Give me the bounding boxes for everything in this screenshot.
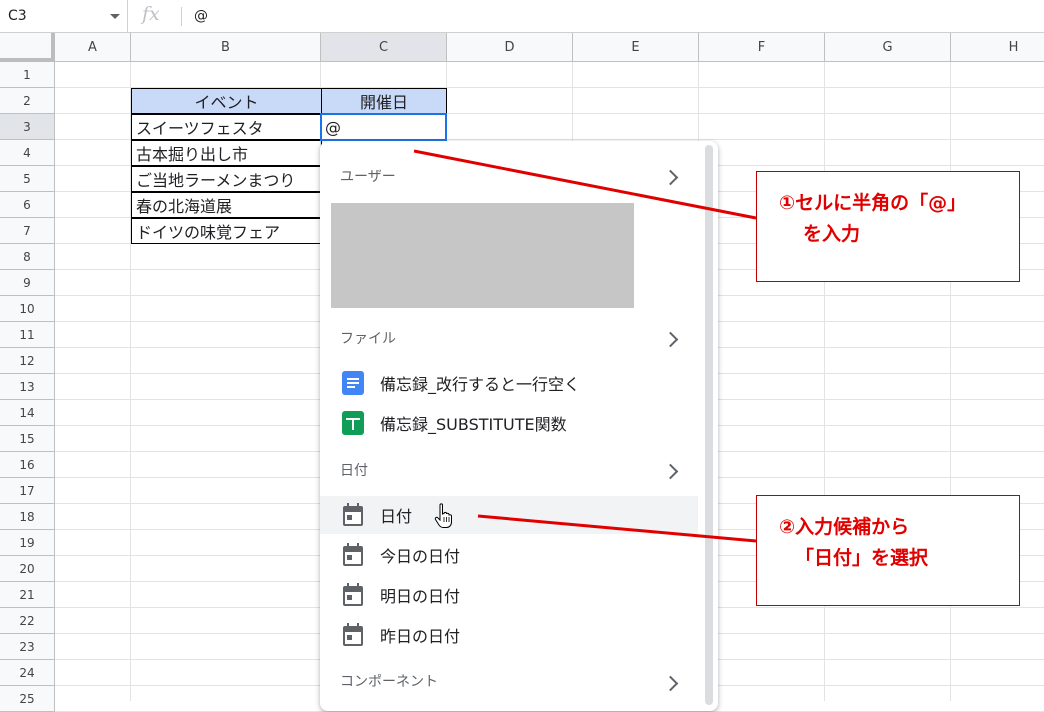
column-header-f[interactable]: F (699, 33, 825, 62)
hand-pointer-icon (434, 503, 452, 528)
column-header-c[interactable]: C (321, 33, 447, 62)
row-header-3[interactable]: 3 (0, 114, 55, 140)
file-item-sheets[interactable]: 備忘録_SUBSTITUTE関数 (320, 404, 698, 442)
file-item-docs[interactable]: 備忘録_改行すると一行空く (320, 364, 698, 402)
smart-chip-dropdown[interactable]: ユーザー ファイル 備忘録_改行すると一行空く 備忘録_SUBSTITUTE関数… (320, 141, 718, 711)
dropdown-scrollbar[interactable] (705, 145, 713, 705)
row-header-16[interactable]: 16 (0, 452, 55, 478)
callout-step-1-line1: ①セルに半角の「@」 (779, 192, 967, 214)
date-item-tomorrow[interactable]: 明日の日付 (320, 576, 698, 614)
calendar-icon (343, 623, 363, 646)
event-cell[interactable]: ドイツの味覚フェア (131, 218, 322, 244)
date-item-date[interactable]: 日付 (320, 496, 698, 534)
callout-step-1: ①セルに半角の「@」 を入力 (756, 171, 1020, 282)
file-item-label: 備忘録_改行すると一行空く (380, 375, 581, 394)
chevron-right-icon[interactable] (662, 463, 679, 480)
column-header-h[interactable]: H (951, 33, 1044, 62)
row-header-13[interactable]: 13 (0, 374, 55, 400)
calendar-icon (343, 583, 363, 606)
event-cell[interactable]: ご当地ラーメンまつり (131, 166, 322, 192)
row-header-19[interactable]: 19 (0, 530, 55, 556)
row-header-10[interactable]: 10 (0, 296, 55, 322)
callout-step-2-line2: 「日付」を選択 (795, 547, 929, 569)
row-header-15[interactable]: 15 (0, 426, 55, 452)
date-item-yesterday[interactable]: 昨日の日付 (320, 616, 698, 654)
row-header-4[interactable]: 4 (0, 140, 55, 166)
column-header-e[interactable]: E (573, 33, 699, 62)
row-header-11[interactable]: 11 (0, 322, 55, 348)
date-item-label: 今日の日付 (380, 547, 461, 566)
table-header-date[interactable]: 開催日 (321, 88, 447, 114)
row-header-24[interactable]: 24 (0, 660, 55, 686)
row-header-5[interactable]: 5 (0, 166, 55, 192)
row-header-2[interactable]: 2 (0, 88, 55, 114)
row-header-21[interactable]: 21 (0, 582, 55, 608)
row-header-1[interactable]: 1 (0, 62, 55, 88)
formula-bar: C3 fx @ (0, 0, 1044, 33)
row-header-25[interactable]: 25 (0, 686, 55, 712)
row-header-14[interactable]: 14 (0, 400, 55, 426)
date-item-label: 昨日の日付 (380, 627, 461, 646)
user-list-placeholder (331, 203, 634, 308)
column-header-d[interactable]: D (447, 33, 573, 62)
chevron-right-icon[interactable] (662, 675, 679, 692)
formula-separator (181, 7, 182, 26)
date-item-today[interactable]: 今日の日付 (320, 536, 698, 574)
column-header-g[interactable]: G (825, 33, 951, 62)
google-sheets-icon (342, 411, 364, 435)
event-cell[interactable]: 春の北海道展 (131, 192, 322, 218)
row-header-12[interactable]: 12 (0, 348, 55, 374)
google-docs-icon (342, 371, 364, 395)
select-all-corner[interactable] (0, 33, 55, 62)
row-header-23[interactable]: 23 (0, 634, 55, 660)
row-header-8[interactable]: 8 (0, 244, 55, 270)
row-header-6[interactable]: 6 (0, 192, 55, 218)
row-header-22[interactable]: 22 (0, 608, 55, 634)
callout-step-1-line2: を入力 (803, 223, 861, 245)
section-dates: 日付 (340, 463, 368, 479)
calendar-icon (343, 503, 363, 526)
chevron-right-icon[interactable] (662, 169, 679, 186)
name-box[interactable]: C3 (0, 0, 128, 32)
name-box-dropdown-icon[interactable] (110, 14, 120, 19)
fx-icon: fx (142, 3, 160, 25)
callout-step-2-line1: ②入力候補から (779, 516, 910, 538)
active-cell-c3[interactable]: @ (320, 113, 447, 141)
row-header-18[interactable]: 18 (0, 504, 55, 530)
section-files: ファイル (340, 331, 396, 347)
column-header-b[interactable]: B (131, 33, 321, 62)
name-box-value: C3 (8, 8, 27, 24)
formula-input[interactable]: @ (194, 8, 208, 24)
chevron-right-icon[interactable] (662, 331, 679, 348)
section-users: ユーザー (340, 169, 396, 185)
section-components: コンポーネント (340, 674, 438, 690)
row-header-17[interactable]: 17 (0, 478, 55, 504)
row-header-7[interactable]: 7 (0, 218, 55, 244)
file-item-label: 備忘録_SUBSTITUTE関数 (380, 415, 567, 434)
callout-step-2: ②入力候補から 「日付」を選択 (756, 495, 1020, 606)
event-cell[interactable]: スイーツフェスタ (131, 114, 322, 140)
event-cell[interactable]: 古本掘り出し市 (131, 140, 322, 166)
calendar-icon (343, 543, 363, 566)
date-item-label: 明日の日付 (380, 587, 461, 606)
column-header-a[interactable]: A (55, 33, 131, 62)
row-header-9[interactable]: 9 (0, 270, 55, 296)
date-item-label: 日付 (380, 507, 413, 526)
table-header-event[interactable]: イベント (131, 88, 322, 114)
row-header-20[interactable]: 20 (0, 556, 55, 582)
